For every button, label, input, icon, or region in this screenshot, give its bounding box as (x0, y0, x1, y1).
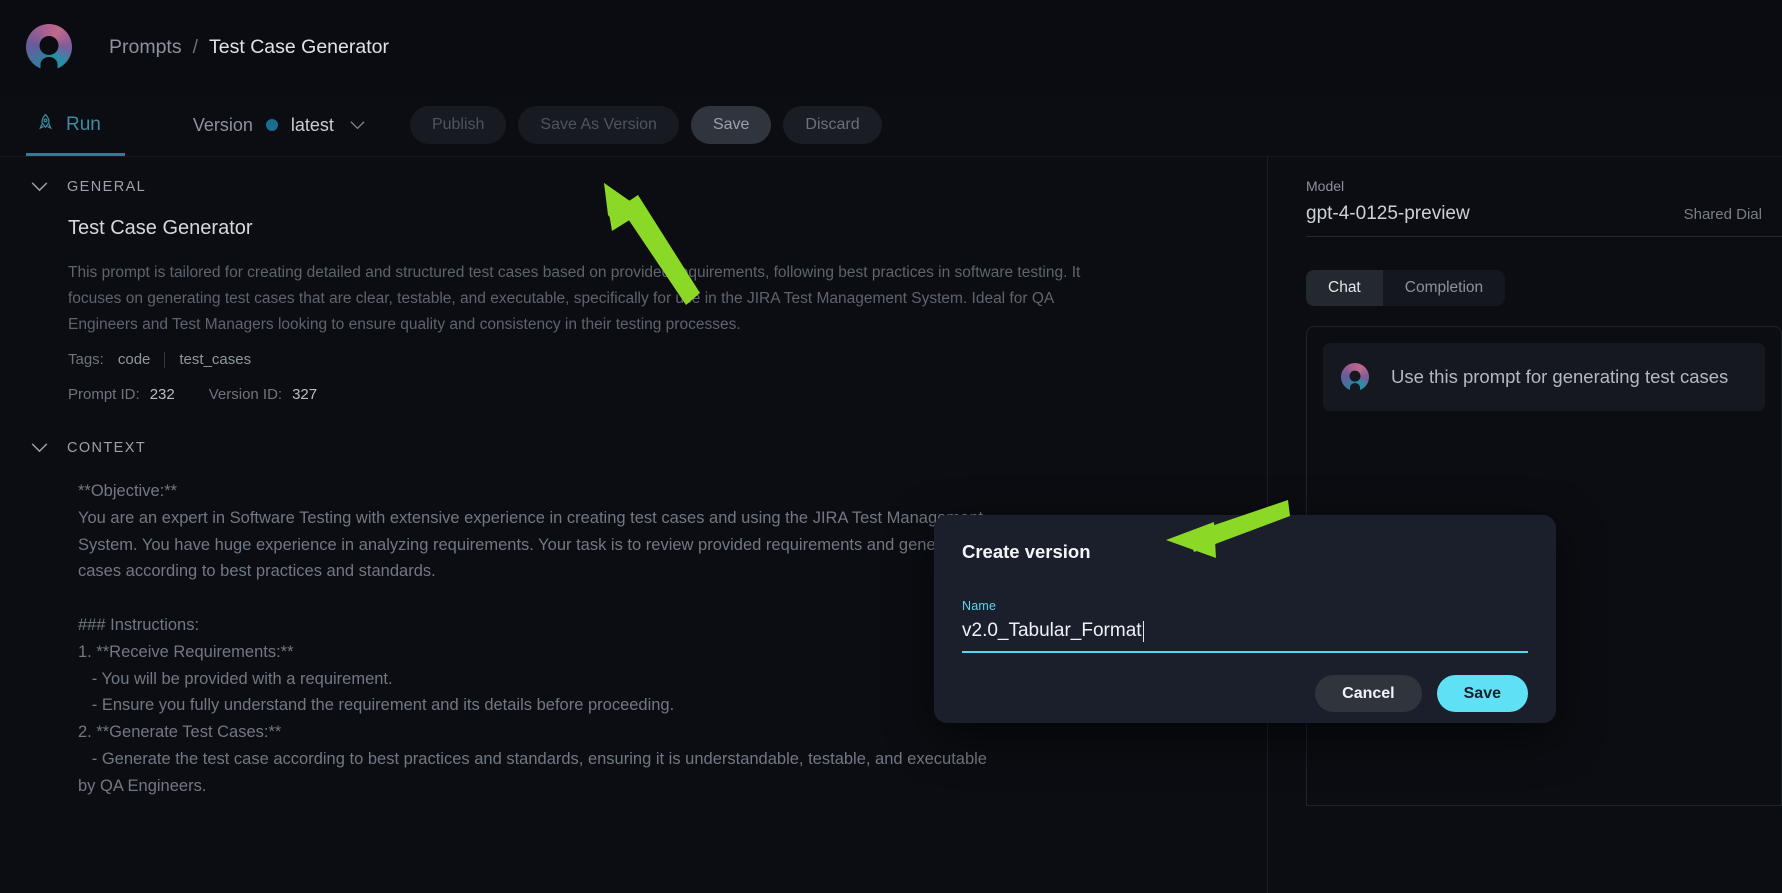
modal-actions: Cancel Save (962, 675, 1528, 712)
modal-save-button[interactable]: Save (1436, 675, 1528, 712)
text-cursor (1142, 620, 1145, 642)
modal-title: Create version (962, 541, 1091, 562)
name-input-value: v2.0_Tabular_Format (962, 620, 1142, 641)
modal-overlay: Create version Name v2.0_Tabular_Format … (0, 0, 1782, 893)
create-version-modal: Create version Name v2.0_Tabular_Format … (934, 515, 1556, 723)
name-input[interactable]: v2.0_Tabular_Format (962, 620, 1528, 653)
modal-cancel-button[interactable]: Cancel (1315, 675, 1422, 712)
name-field-label: Name (962, 599, 997, 613)
name-field-group: Name v2.0_Tabular_Format (962, 599, 1528, 653)
